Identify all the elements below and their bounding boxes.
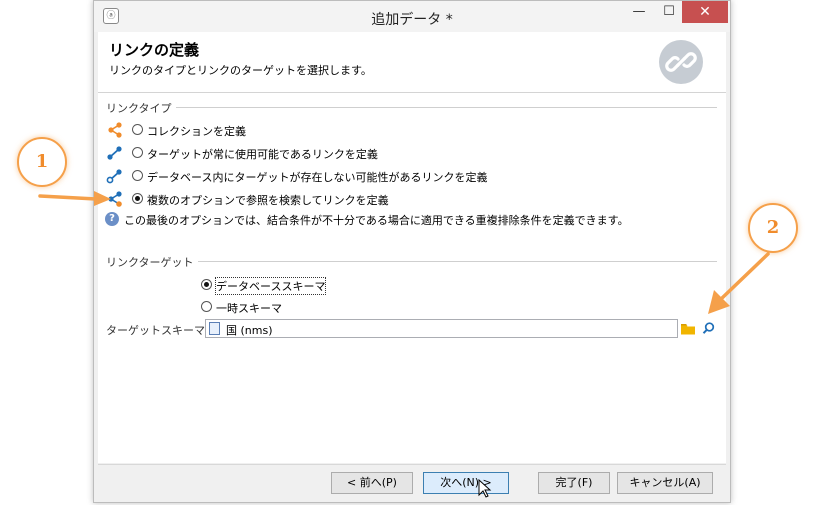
optional-link-label: データベース内にターゲットが存在しない可能性があるリンクを定義: [147, 171, 488, 184]
wizard-footer: < 前へ(P) 次へ(N) > 完了(F) キャンセル(A): [98, 464, 726, 501]
target-schema-value: 国 (nms): [226, 324, 273, 337]
link-type-option-optional[interactable]: データベース内にターゲットが存在しない可能性があるリンクを定義: [106, 167, 506, 185]
callout-arrow-2: [702, 248, 774, 320]
temp-schema-label: 一時スキーマ: [216, 302, 282, 315]
page-subtitle: リンクのタイプとリンクのターゲットを選択します。: [109, 64, 372, 77]
target-option-database-schema[interactable]: データベーススキーマ: [201, 276, 327, 295]
simple-link-radio[interactable]: [132, 147, 143, 158]
database-schema-radio[interactable]: [201, 279, 212, 290]
target-schema-label: ターゲットスキーマ:: [106, 322, 213, 338]
next-button[interactable]: 次へ(N) >: [423, 472, 509, 494]
divider: [106, 107, 717, 108]
callout-badge-1: 1: [17, 137, 67, 187]
maximize-button[interactable]: ☐: [656, 1, 682, 23]
link-target-group-label: リンクターゲット: [106, 254, 198, 270]
mouse-cursor-icon: [478, 479, 492, 499]
folder-icon[interactable]: [679, 320, 697, 337]
collection-label: コレクションを定義: [147, 125, 246, 138]
multi-option-label: 複数のオプションで参照を検索してリンクを定義: [147, 194, 389, 207]
target-schema-field[interactable]: 国 (nms): [205, 319, 678, 338]
collection-radio[interactable]: [132, 124, 143, 135]
callout-arrow-1: [36, 188, 116, 208]
search-icon[interactable]: [699, 320, 717, 337]
minimize-button[interactable]: —: [626, 1, 652, 23]
multi-option-radio[interactable]: [132, 193, 143, 204]
target-option-temp-schema[interactable]: 一時スキーマ: [201, 298, 321, 316]
title-bar[interactable]: ⓐ 追加データ * — ☐ ✕: [94, 1, 730, 32]
info-icon: ?: [105, 212, 119, 226]
page-title: リンクの定義: [109, 41, 200, 59]
link-type-option-multi[interactable]: 複数のオプションで参照を検索してリンクを定義: [106, 190, 406, 208]
temp-schema-radio[interactable]: [201, 301, 212, 312]
divider: [106, 261, 717, 262]
finish-button[interactable]: 完了(F): [538, 472, 610, 494]
cancel-button[interactable]: キャンセル(A): [617, 472, 713, 494]
link-type-group-label: リンクタイプ: [106, 100, 176, 116]
back-button[interactable]: < 前へ(P): [331, 472, 413, 494]
link-type-option-collection[interactable]: コレクションを定義: [106, 121, 306, 139]
simple-link-label: ターゲットが常に使用可能であるリンクを定義: [147, 148, 378, 161]
info-text: この最後のオプションでは、結合条件が不十分である場合に適用できる重複排除条件を定…: [124, 214, 629, 227]
collection-link-icon: [106, 121, 124, 139]
schema-document-icon: [209, 322, 220, 335]
optional-link-icon: [106, 167, 124, 185]
optional-link-radio[interactable]: [132, 170, 143, 181]
close-button[interactable]: ✕: [682, 1, 728, 23]
simple-link-icon: [106, 144, 124, 162]
dialog-window: ⓐ 追加データ * — ☐ ✕ リンクの定義 リンクのタイプとリンクのターゲット…: [93, 0, 731, 503]
link-icon: [659, 40, 703, 84]
wizard-header: リンクの定義 リンクのタイプとリンクのターゲットを選択します。: [98, 32, 726, 93]
wizard-body: リンクタイプ コレクションを定義 ターゲットが常に使用可能であるリンクを定義 デ…: [98, 93, 726, 463]
callout-badge-2: 2: [748, 203, 798, 253]
link-type-option-simple[interactable]: ターゲットが常に使用可能であるリンクを定義: [106, 144, 406, 162]
database-schema-label: データベーススキーマ: [214, 277, 327, 295]
